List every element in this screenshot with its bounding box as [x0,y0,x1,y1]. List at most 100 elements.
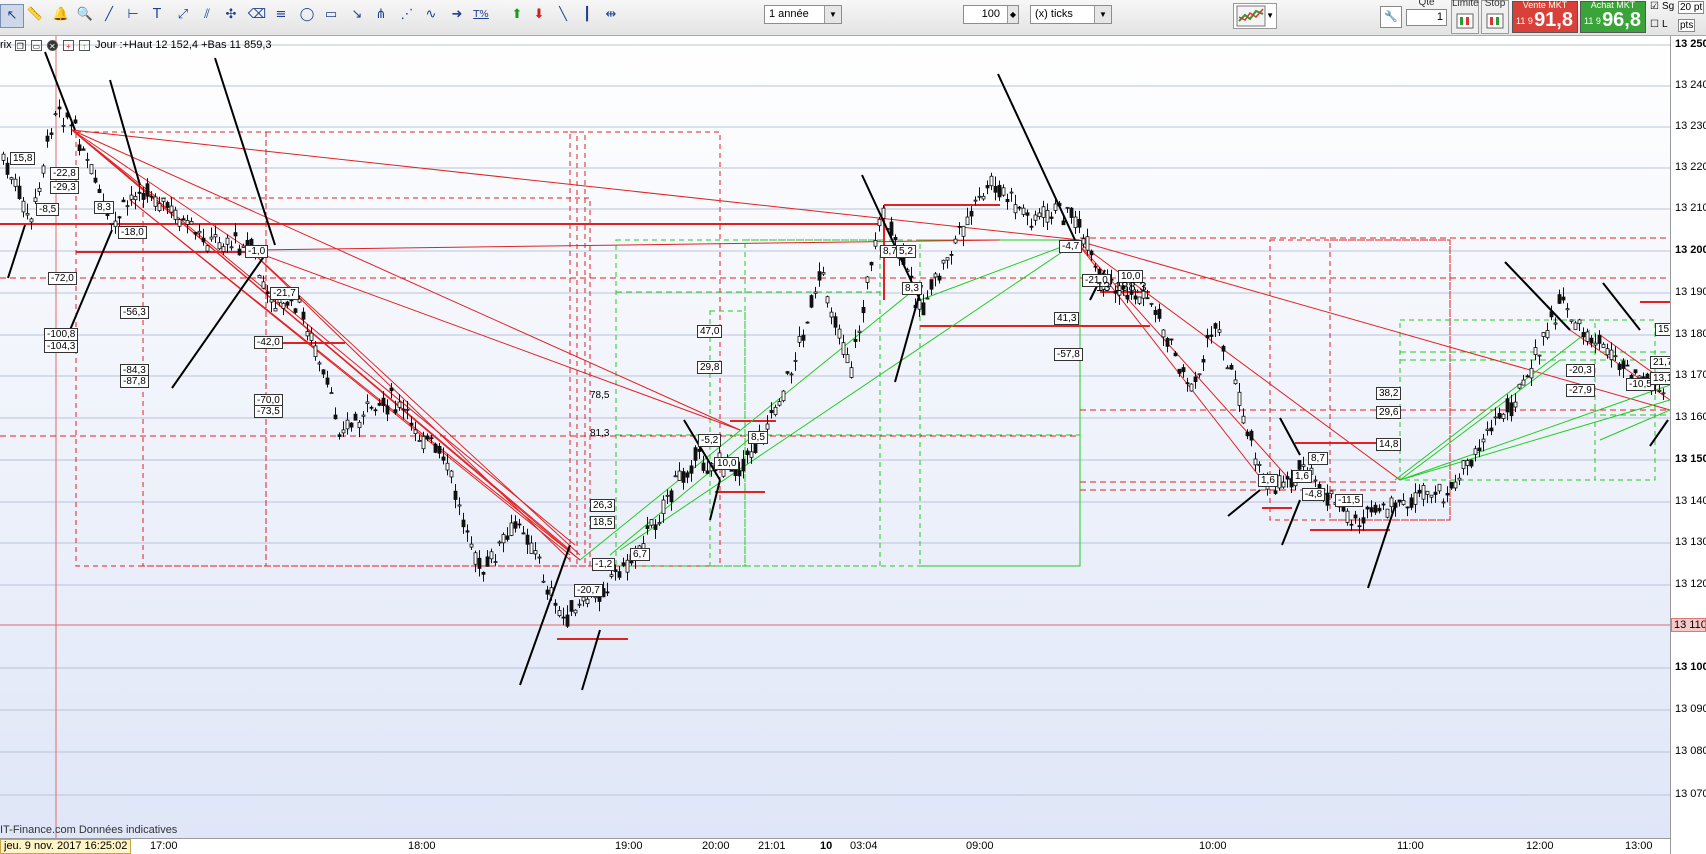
add-icon[interactable]: + [62,39,74,51]
candle-body [1357,525,1362,528]
candle-body [953,238,958,244]
arrow-icon[interactable]: ↘ [346,4,368,26]
gann-icon[interactable]: ✣ [220,4,242,26]
chart-style-button[interactable]: ▼ [1233,3,1277,29]
candle-body [781,390,786,402]
ticks-unit-value: (x) ticks [1035,8,1073,20]
candle-body [1069,207,1074,218]
up-icon[interactable]: ↑ [78,39,90,51]
candle-body [1409,497,1414,508]
candle-body [1273,490,1278,494]
points-top[interactable]: 20 pt [1678,1,1705,14]
price-chart[interactable] [0,36,1670,838]
restore-icon[interactable]: ❐ [14,39,26,51]
line-icon[interactable]: ╱ [98,4,120,26]
pitchfork-icon[interactable]: ⋔ [370,4,392,26]
value-label: -4,7 [1059,240,1083,253]
l-checkbox[interactable]: ☐ [1650,19,1659,30]
value-label: -5,2 [698,434,722,447]
close-icon[interactable]: ✕ [46,39,58,51]
crosshair-icon[interactable]: ⇹ [600,4,622,26]
regression-icon[interactable]: ⋰ [396,4,418,26]
candle-body [1381,503,1386,506]
candle-body [1397,499,1402,503]
wrench-icon: 🔧 [1384,10,1398,23]
value-label: 10,0 [714,457,740,470]
eraser-icon[interactable]: ⌫ [246,4,268,26]
candle-body [193,232,198,235]
candle-body [1565,308,1570,311]
up-arrow-icon[interactable]: ⬆ [506,4,528,26]
stop-order-icon [1486,13,1504,29]
value-label: -11,5 [1335,494,1364,507]
candle-body [121,199,126,203]
candle-body [1529,367,1534,379]
stop-order-button[interactable]: Stop [1481,0,1509,34]
value-label: -29,3 [50,181,79,194]
fibonacci-icon[interactable]: ≡ [270,4,292,26]
candle-body [1185,382,1190,385]
candle-body [169,205,174,213]
candle-body [61,124,66,127]
curve-icon[interactable]: ∿ [420,4,442,26]
time-tick: 21:01 [758,840,786,852]
candle-body [765,423,770,430]
candle-body [773,406,778,416]
zoom-icon[interactable]: 🔍 [74,4,96,26]
limit-order-button[interactable]: Limite [1451,0,1479,34]
candle-body [965,216,970,226]
copy-window-icon[interactable]: ▭ [30,39,42,51]
candle-body [1249,430,1254,441]
percent-icon[interactable]: T% [470,4,492,26]
period-select[interactable]: 1 année ▼ [764,5,842,24]
down-arrow-icon[interactable]: ⬇ [528,4,550,26]
trend-line-icon[interactable]: ⤢ [172,4,194,26]
sell-market-button[interactable]: Vente MKT 11 9 91,8 [1512,0,1578,33]
points-unit[interactable]: pts [1678,19,1696,32]
ruler-icon[interactable]: 📏 [24,4,46,26]
candle-body [21,200,26,213]
wrench-button[interactable]: 🔧 [1380,6,1402,28]
price-tick: 13 080 [1675,745,1706,757]
spinner-icon[interactable]: ◆ [1007,6,1018,23]
rectangle-icon[interactable]: ▭ [320,4,342,26]
candle-body [705,470,710,474]
right-arrow-icon[interactable]: ➜ [446,4,468,26]
channel-icon[interactable]: ⫽ [196,4,218,26]
candle-body [1313,479,1318,482]
candle-body [513,521,518,529]
candle-body [749,451,754,458]
candle-body [565,614,570,627]
alert-bell-icon[interactable]: 🔔 [50,4,72,26]
vertical-line-icon[interactable]: ┃ [576,4,598,26]
text-icon[interactable]: T [146,4,168,26]
candle-body [553,602,558,606]
ticks-input[interactable]: 100 ◆ [963,5,1019,24]
price-axis[interactable]: 13 250 13 240 13 230 13 220 13 210 13 200 13 1… [1670,36,1706,854]
value-label: -4,8 [1302,488,1326,501]
candle-body [217,242,222,250]
candle-body [617,571,622,578]
time-axis[interactable]: 17:00 18:00 19:00 20:00 21:01 10 03:04 09:00 10:… [0,838,1670,854]
candle-body [1277,475,1282,489]
candle-body [805,321,810,324]
candle-body [609,574,614,577]
candle-body [17,185,22,200]
candle-body [117,216,122,219]
sg-checkbox[interactable]: ☑ [1650,1,1659,12]
candle-body [45,135,50,142]
candle-body [1177,368,1182,374]
chart-style-icon [1236,5,1266,27]
buy-market-button[interactable]: Achat MKT 11 9 96,8 [1580,0,1646,33]
ellipse-icon[interactable]: ◯ [296,4,318,26]
candle-body [1481,438,1486,443]
pointer-icon[interactable]: ↖ [0,4,24,28]
horizontal-line-icon[interactable]: ⊢ [122,4,144,26]
ticks-unit-select[interactable]: (x) ticks ▼ [1030,5,1112,24]
value-label: -73,5 [254,405,283,418]
candle-body [1201,359,1206,363]
candle-body [1197,373,1202,376]
segment-icon[interactable]: ╲ [552,4,574,26]
qty-input[interactable]: 1 [1406,9,1447,26]
candle-body [329,392,334,395]
